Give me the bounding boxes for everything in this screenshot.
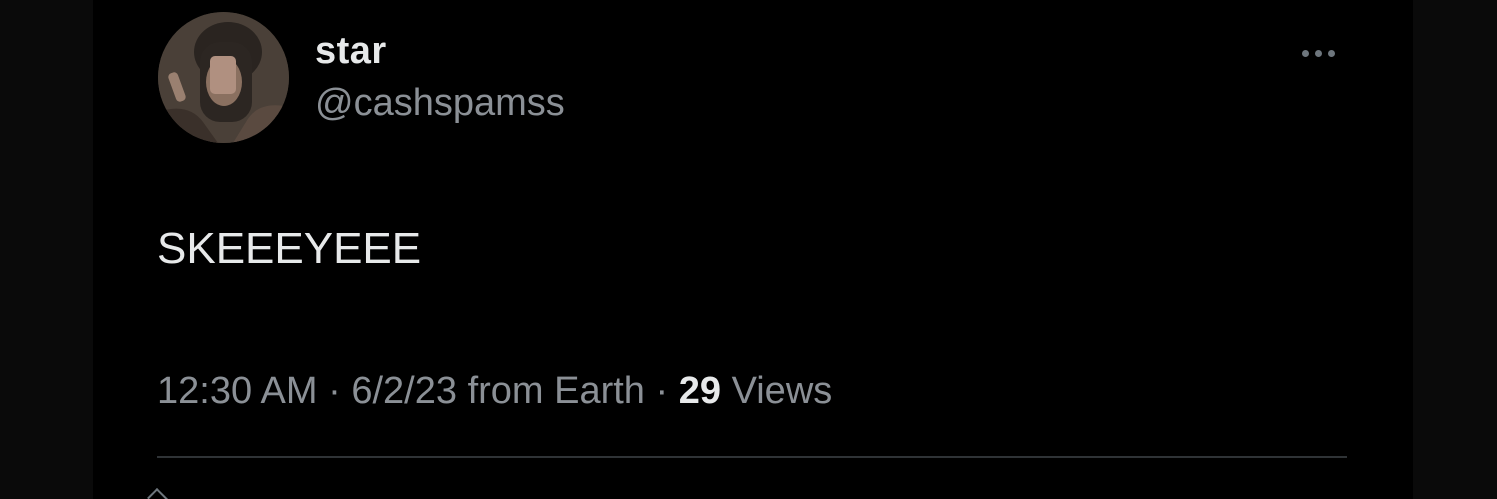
tweet-text: SKEEEYEEE: [157, 224, 422, 273]
tweet-source: from Earth: [467, 370, 645, 412]
tweet-date[interactable]: 6/2/23: [351, 370, 457, 412]
tweet-time[interactable]: 12:30 AM: [157, 370, 318, 412]
divider: [157, 456, 1347, 458]
reply-icon[interactable]: [147, 488, 173, 499]
meta-separator: ·: [328, 370, 341, 412]
tweet-card: star @cashspamss SKEEEYEEE 12:30 AM · 6/…: [93, 0, 1413, 499]
display-name[interactable]: star: [315, 30, 387, 73]
views-count[interactable]: 29: [679, 370, 721, 412]
more-dot: [1314, 49, 1322, 57]
more-dot: [1301, 49, 1309, 57]
more-dot: [1327, 49, 1335, 57]
views-label[interactable]: Views: [732, 370, 833, 412]
screenshot-frame: star @cashspamss SKEEEYEEE 12:30 AM · 6/…: [0, 0, 1497, 499]
avatar[interactable]: [158, 12, 289, 143]
avatar-image: [158, 12, 289, 143]
more-options-icon[interactable]: [1293, 38, 1343, 68]
user-handle[interactable]: @cashspamss: [315, 82, 565, 125]
tweet-metadata: 12:30 AM · 6/2/23 from Earth · 29 Views: [157, 370, 832, 413]
meta-separator: ·: [655, 370, 669, 412]
